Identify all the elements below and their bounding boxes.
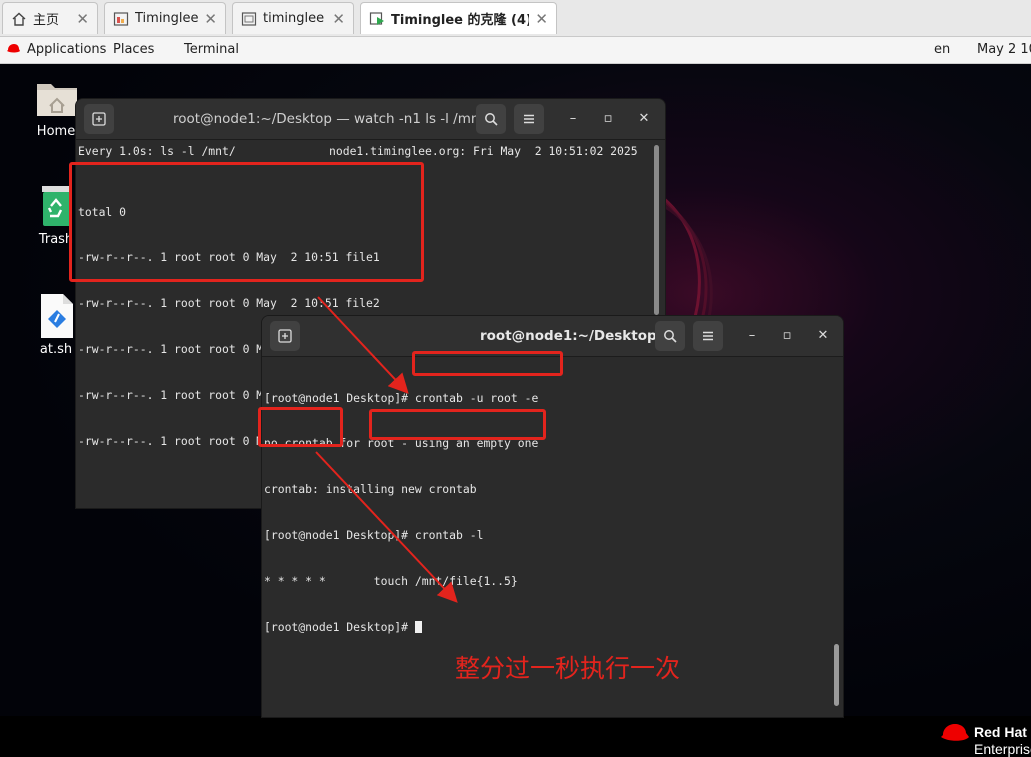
minimize-icon: –: [569, 111, 577, 126]
maximize-button[interactable]: ▫: [600, 111, 616, 127]
search-button[interactable]: [655, 321, 685, 351]
hamburger-icon: [703, 331, 713, 341]
output-line: -rw-r--r--. 1 root root 0 May 2 10:51 fi…: [78, 296, 380, 311]
search-icon: [664, 330, 677, 343]
brand-line2: Enterprise: [974, 741, 1031, 757]
hamburger-menu-button[interactable]: [693, 321, 723, 351]
minimize-button[interactable]: –: [744, 328, 760, 344]
vm-running-icon: [369, 11, 385, 27]
prompt-line[interactable]: [root@node1 Desktop]#: [264, 620, 538, 635]
maximize-icon: ▫: [603, 111, 613, 126]
annotation-text: 整分过一秒执行一次: [455, 654, 681, 683]
input-language-indicator[interactable]: en: [934, 42, 950, 57]
shell-prompt: [root@node1 Desktop]#: [264, 620, 415, 635]
output-line: [root@node1 Desktop]# crontab -u root -e: [264, 390, 539, 405]
output-line: [root@node1 Desktop]# crontab -l: [264, 528, 484, 543]
close-icon[interactable]: ✕: [332, 10, 345, 28]
vm-tab-strip: 主页 ✕ Timinglee ✕ timinglee ✕ Timinglee 的…: [0, 0, 1031, 37]
watch-header-right: node1.timinglee.org: Fri May 2 10:51:02 …: [329, 144, 638, 158]
hamburger-menu-button[interactable]: [514, 104, 544, 134]
close-icon[interactable]: ✕: [76, 10, 89, 28]
output-line: crontab: installing new crontab: [264, 482, 477, 497]
new-tab-icon: [278, 329, 292, 343]
close-icon: ✕: [817, 328, 829, 343]
places-menu[interactable]: Places: [113, 42, 154, 57]
terminal-header-bar[interactable]: root@node1:~/Desktop — watch -n1 ls -l /…: [76, 99, 665, 140]
output-line: * * * * * touch /mnt/file{1..5}: [264, 574, 518, 589]
tab-label: 主页: [33, 13, 60, 28]
home-icon: [11, 11, 27, 27]
maximize-button[interactable]: ▫: [779, 328, 795, 344]
watch-header-left: Every 1.0s: ls -l /mnt/: [78, 144, 236, 158]
folder-home-icon: [33, 74, 79, 120]
new-tab-button[interactable]: [270, 321, 300, 351]
tab-timinglee-2[interactable]: timinglee ✕: [232, 2, 354, 34]
text-cursor: [414, 621, 422, 634]
scrollbar[interactable]: [834, 644, 839, 706]
close-window-button[interactable]: ✕: [815, 328, 831, 344]
tab-label: Timinglee 的克隆 (4): [391, 13, 530, 28]
applications-menu[interactable]: Applications: [27, 42, 106, 57]
window-title: root@node1:~/Desktop — watch -n1 ls -l /…: [173, 111, 490, 127]
tab-home[interactable]: 主页 ✕: [2, 2, 98, 34]
maximize-icon: ▫: [782, 328, 792, 343]
window-title: root@node1:~/Desktop: [480, 328, 657, 344]
close-icon: ✕: [638, 111, 650, 126]
tab-label: timinglee: [263, 11, 325, 26]
tab-label: Timinglee: [135, 11, 199, 26]
hamburger-icon: [524, 114, 534, 124]
annotation-box-file-list: [69, 162, 424, 282]
close-icon[interactable]: ✕: [535, 10, 548, 28]
search-icon: [485, 113, 498, 126]
clock[interactable]: May 2 10: [977, 42, 1031, 57]
redhat-menu-icon: [6, 42, 21, 60]
gnome-top-bar: Applications Places Terminal en May 2 10: [0, 37, 1031, 64]
script-file-icon: [33, 292, 79, 338]
crontab-output: [root@node1 Desktop]# crontab -u root -e…: [264, 360, 538, 666]
close-icon[interactable]: ✕: [204, 10, 217, 28]
close-window-button[interactable]: ✕: [636, 111, 652, 127]
search-button[interactable]: [476, 104, 506, 134]
tab-timinglee[interactable]: Timinglee ✕: [104, 2, 226, 34]
new-tab-icon: [92, 112, 106, 126]
terminal-app-menu[interactable]: Terminal: [184, 42, 239, 57]
redhat-hat-icon: [941, 724, 969, 741]
new-tab-button[interactable]: [84, 104, 114, 134]
annotation-box-schedule: [258, 407, 343, 447]
annotation-box-command: [369, 409, 546, 440]
tab-timinglee-clone-4[interactable]: Timinglee 的克隆 (4) ✕: [360, 2, 557, 34]
minimize-button[interactable]: –: [565, 111, 581, 127]
vm-icon: [113, 11, 129, 27]
scrollbar[interactable]: [654, 145, 659, 315]
minimize-icon: –: [748, 328, 756, 343]
brand-line1: Red Hat: [974, 724, 1027, 740]
annotation-box-crontab-edit: [412, 351, 563, 376]
vm-icon: [241, 11, 257, 27]
